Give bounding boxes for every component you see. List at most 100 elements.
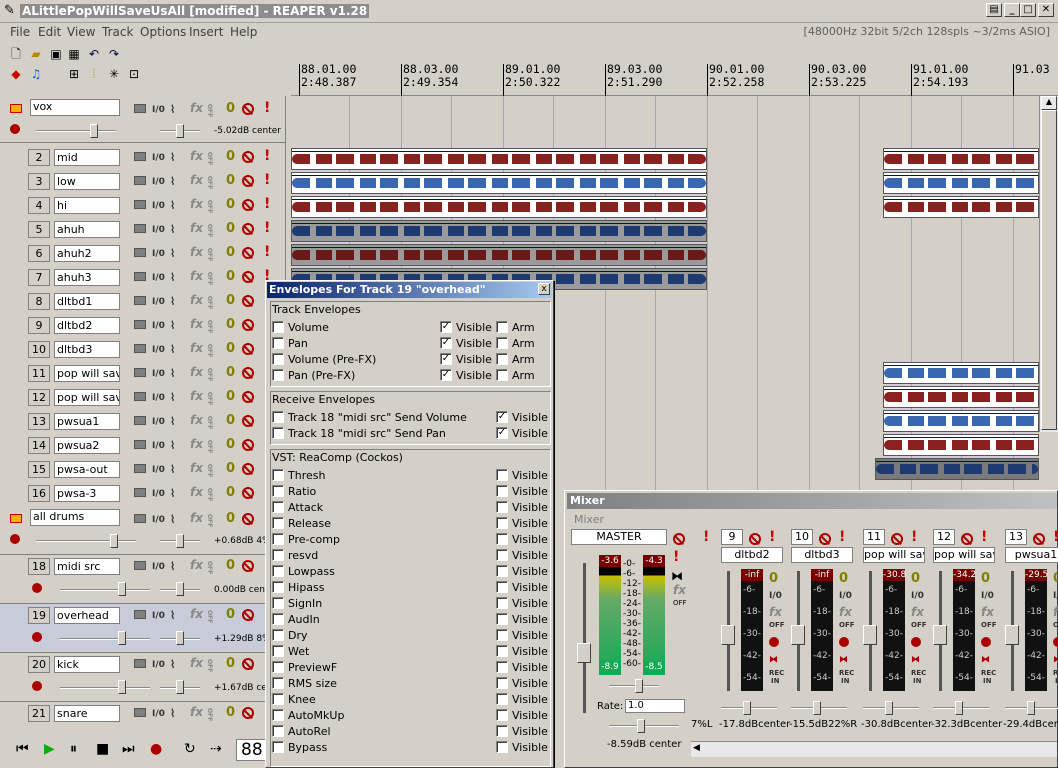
envelope-label[interactable]: Release: [288, 517, 331, 533]
folder-icon[interactable]: [134, 392, 146, 401]
mute-icon[interactable]: [242, 707, 254, 719]
io-button[interactable]: I/0: [152, 105, 165, 115]
track-name-vox[interactable]: vox: [30, 99, 120, 116]
envelope-checkbox[interactable]: [272, 469, 284, 481]
arm-checkbox[interactable]: [496, 337, 508, 349]
visible-checkbox[interactable]: [496, 741, 508, 753]
phase-button[interactable]: 0: [226, 269, 235, 284]
folder-icon[interactable]: [134, 440, 146, 449]
track-row[interactable]: 7 ahuh3 I/0 ⌇ fx OFF 0!: [0, 266, 286, 290]
phase-button[interactable]: 0: [226, 485, 235, 500]
mute-icon[interactable]: [242, 319, 254, 331]
ripple-icon[interactable]: ◆: [8, 66, 24, 82]
visible-checkbox[interactable]: [496, 597, 508, 609]
envelope-checkbox[interactable]: [272, 517, 284, 529]
phase-button[interactable]: 0: [226, 221, 235, 236]
stop-icon[interactable]: ■: [96, 741, 109, 757]
fx-button[interactable]: fx: [190, 269, 203, 283]
fx-button[interactable]: fx: [673, 583, 686, 597]
envelope-label[interactable]: Lowpass: [288, 565, 335, 581]
io-button[interactable]: I/0: [152, 297, 165, 307]
envelope-icon[interactable]: ⌇: [170, 415, 175, 428]
mute-icon[interactable]: [242, 487, 254, 499]
menu-help[interactable]: Help: [230, 25, 257, 39]
track-name[interactable]: pwsa-3: [54, 485, 120, 502]
envelope-icon[interactable]: ⌇: [170, 609, 175, 622]
save-icon[interactable]: ▣: [48, 46, 64, 62]
io-button[interactable]: I/0: [152, 709, 165, 719]
track-row[interactable]: 20 kick I/0 ⌇ fx OFF 0 +1.67dB center: [0, 652, 286, 700]
master-fader-knob[interactable]: [577, 643, 591, 663]
folder-icon[interactable]: [134, 272, 146, 281]
mute-icon[interactable]: [242, 151, 254, 163]
track-name-drums[interactable]: all drums: [30, 509, 120, 526]
solo-icon[interactable]: !: [264, 220, 270, 236]
visible-checkbox[interactable]: [496, 693, 508, 705]
mute-icon[interactable]: [242, 343, 254, 355]
pan-knob[interactable]: [176, 582, 184, 596]
visible-checkbox[interactable]: [496, 613, 508, 625]
envelope-checkbox[interactable]: [272, 597, 284, 609]
envelope-checkbox[interactable]: [272, 337, 284, 349]
visible-checkbox[interactable]: [496, 565, 508, 577]
phase-button[interactable]: 0: [226, 461, 235, 476]
io-button[interactable]: I/0: [981, 591, 994, 601]
io-button[interactable]: I/0: [152, 345, 165, 355]
solo-icon[interactable]: !: [769, 529, 775, 545]
envelope-checkbox[interactable]: [272, 613, 284, 625]
track-name[interactable]: midi src: [54, 558, 120, 575]
folder-icon[interactable]: [134, 200, 146, 209]
phase-button[interactable]: 0: [226, 197, 235, 212]
visible-checkbox[interactable]: ✓: [440, 369, 452, 381]
visible-checkbox[interactable]: ✓: [440, 353, 452, 365]
phase-button[interactable]: 0: [1053, 571, 1058, 586]
track-name[interactable]: ahuh3: [54, 269, 120, 286]
record-arm-icon[interactable]: [981, 637, 991, 647]
fx-button[interactable]: fx: [190, 389, 203, 403]
timeline-ruler[interactable]: 88.01.00 2:48.387 88.03.00 2:49.354 89.01.00…: [291, 60, 1058, 96]
solo-icon[interactable]: !: [1053, 529, 1058, 545]
phase-button[interactable]: 0: [226, 607, 235, 622]
phase-button[interactable]: 0: [226, 341, 235, 356]
visible-checkbox[interactable]: [496, 709, 508, 721]
visible-checkbox[interactable]: [496, 661, 508, 673]
visible-checkbox[interactable]: [496, 629, 508, 641]
fx-button[interactable]: fx: [190, 656, 203, 670]
crossfade-icon[interactable]: ✳: [106, 66, 122, 82]
visible-checkbox[interactable]: [496, 677, 508, 689]
monitor-icon[interactable]: ⧓: [911, 655, 920, 665]
envelope-icon[interactable]: ⌇: [170, 560, 175, 573]
fx-button[interactable]: fx: [190, 245, 203, 259]
envelope-icon[interactable]: ⌇: [170, 295, 175, 308]
envelope-label[interactable]: RMS size: [288, 677, 337, 693]
rate-knob[interactable]: [637, 719, 645, 733]
scroll-up-icon[interactable]: ▲: [1041, 96, 1057, 110]
solo-icon[interactable]: !: [264, 100, 270, 116]
fx-button[interactable]: fx: [190, 341, 203, 355]
io-button[interactable]: I/0: [769, 591, 782, 601]
fx-button[interactable]: fx: [190, 607, 203, 621]
envelope-icon[interactable]: ⌇: [170, 175, 175, 188]
arm-checkbox[interactable]: [496, 369, 508, 381]
mixer-tab[interactable]: Mixer: [574, 513, 604, 526]
mute-icon[interactable]: [242, 560, 254, 572]
envelope-icon[interactable]: ⌇: [170, 223, 175, 236]
fx-button[interactable]: fx: [190, 437, 203, 451]
menu-track[interactable]: Track: [102, 25, 133, 39]
envelope-checkbox[interactable]: [272, 427, 284, 439]
track-row[interactable]: 16 pwsa-3 I/0 ⌇ fx OFF 0: [0, 482, 286, 506]
envelope-checkbox[interactable]: [272, 485, 284, 497]
record-icon[interactable]: ●: [150, 741, 162, 757]
mute-icon[interactable]: [961, 533, 973, 545]
mute-icon[interactable]: [242, 463, 254, 475]
media-item[interactable]: [291, 172, 707, 194]
envelope-icon[interactable]: ⌇: [170, 513, 175, 526]
envelope-icon[interactable]: ⌇: [170, 151, 175, 164]
pan-knob[interactable]: [176, 534, 184, 548]
folder-icon[interactable]: [134, 708, 146, 717]
track-name[interactable]: pop will save: [54, 365, 120, 382]
phase-button[interactable]: 0: [226, 149, 235, 164]
folder-icon[interactable]: [134, 224, 146, 233]
metronome-icon[interactable]: ♫: [28, 66, 44, 82]
menu-options[interactable]: Options: [140, 25, 186, 39]
